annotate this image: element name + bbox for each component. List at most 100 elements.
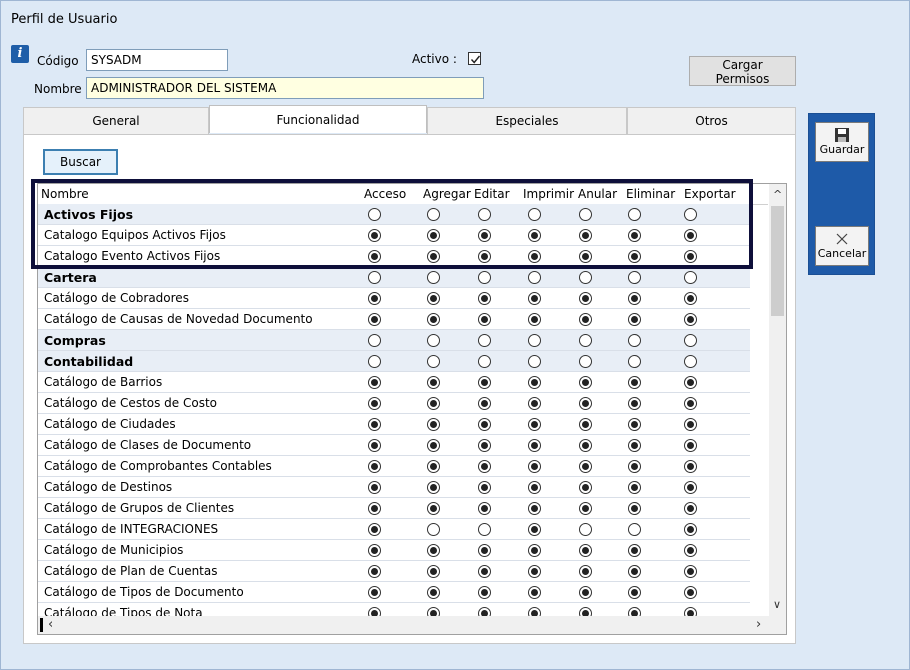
permission-radio-eliminar[interactable] [628, 397, 641, 410]
vertical-scroll-thumb[interactable] [771, 206, 784, 316]
permission-radio-agregar[interactable] [427, 397, 440, 410]
permission-radio-imprimir[interactable] [528, 523, 541, 536]
permission-radio-agregar[interactable] [427, 481, 440, 494]
permission-radio-exportar[interactable] [684, 586, 697, 599]
permission-radio-imprimir[interactable] [528, 334, 541, 347]
permission-radio-imprimir[interactable] [528, 313, 541, 326]
codigo-field[interactable]: SYSADM [86, 49, 228, 71]
permission-radio-agregar[interactable] [427, 376, 440, 389]
permission-radio-imprimir[interactable] [528, 460, 541, 473]
permission-radio-imprimir[interactable] [528, 502, 541, 515]
guardar-button[interactable]: Guardar [815, 122, 869, 162]
permission-radio-agregar[interactable] [427, 355, 440, 368]
permission-radio-imprimir[interactable] [528, 355, 541, 368]
permission-radio-anular[interactable] [579, 376, 592, 389]
permission-radio-anular[interactable] [579, 481, 592, 494]
permission-radio-anular[interactable] [579, 460, 592, 473]
permission-radio-acceso[interactable] [368, 544, 381, 557]
horizontal-scrollbar[interactable]: ‹ › [38, 616, 786, 634]
permission-radio-acceso[interactable] [368, 313, 381, 326]
permission-radio-eliminar[interactable] [628, 313, 641, 326]
permission-radio-imprimir[interactable] [528, 397, 541, 410]
permission-radio-eliminar[interactable] [628, 376, 641, 389]
permission-radio-editar[interactable] [478, 208, 491, 221]
permission-radio-agregar[interactable] [427, 544, 440, 557]
permission-radio-acceso[interactable] [368, 271, 381, 284]
permission-radio-imprimir[interactable] [528, 586, 541, 599]
table-row[interactable]: Catálogo de Plan de Cuentas [38, 561, 750, 582]
permission-radio-exportar[interactable] [684, 271, 697, 284]
permission-radio-editar[interactable] [478, 418, 491, 431]
permission-radio-acceso[interactable] [368, 439, 381, 452]
tab-otros[interactable]: Otros [627, 107, 796, 134]
permission-radio-imprimir[interactable] [528, 544, 541, 557]
col-agregar[interactable]: Agregar [423, 187, 471, 201]
permission-radio-editar[interactable] [478, 397, 491, 410]
permission-radio-agregar[interactable] [427, 271, 440, 284]
permission-radio-anular[interactable] [579, 544, 592, 557]
table-row[interactable]: Catalogo Evento Activos Fijos [38, 246, 750, 267]
permission-radio-anular[interactable] [579, 355, 592, 368]
permission-radio-eliminar[interactable] [628, 481, 641, 494]
nombre-field[interactable]: ADMINISTRADOR DEL SISTEMA [86, 77, 484, 99]
permission-radio-anular[interactable] [579, 565, 592, 578]
table-row[interactable]: Catálogo de Causas de Novedad Documento [38, 309, 750, 330]
permission-radio-acceso[interactable] [368, 208, 381, 221]
vertical-scrollbar[interactable]: ^ ∨ [769, 184, 786, 616]
permission-radio-agregar[interactable] [427, 208, 440, 221]
permission-radio-imprimir[interactable] [528, 271, 541, 284]
table-row[interactable]: Compras [38, 330, 750, 351]
permission-radio-eliminar[interactable] [628, 250, 641, 263]
permission-radio-anular[interactable] [579, 523, 592, 536]
table-row[interactable]: Catálogo de INTEGRACIONES [38, 519, 750, 540]
cargar-permisos-button[interactable]: Cargar Permisos [689, 56, 796, 86]
table-row[interactable]: Catálogo de Ciudades [38, 414, 750, 435]
tab-general[interactable]: General [23, 107, 209, 134]
permission-radio-acceso[interactable] [368, 250, 381, 263]
col-eliminar[interactable]: Eliminar [626, 187, 675, 201]
permission-radio-exportar[interactable] [684, 439, 697, 452]
permission-radio-eliminar[interactable] [628, 502, 641, 515]
permission-radio-exportar[interactable] [684, 502, 697, 515]
permission-radio-eliminar[interactable] [628, 565, 641, 578]
permission-radio-eliminar[interactable] [628, 334, 641, 347]
permission-radio-editar[interactable] [478, 481, 491, 494]
permission-radio-exportar[interactable] [684, 460, 697, 473]
scroll-up-icon[interactable]: ^ [773, 188, 782, 201]
permission-radio-editar[interactable] [478, 376, 491, 389]
activo-checkbox[interactable] [468, 52, 481, 65]
cancelar-button[interactable]: Cancelar [815, 226, 869, 266]
permission-radio-acceso[interactable] [368, 565, 381, 578]
permission-radio-editar[interactable] [478, 355, 491, 368]
permission-radio-acceso[interactable] [368, 355, 381, 368]
permission-radio-imprimir[interactable] [528, 439, 541, 452]
permission-radio-agregar[interactable] [427, 292, 440, 305]
tab-funcionalidad[interactable]: Funcionalidad [209, 105, 427, 133]
table-row[interactable]: Contabilidad [38, 351, 750, 372]
permission-radio-anular[interactable] [579, 208, 592, 221]
tab-especiales[interactable]: Especiales [427, 107, 627, 134]
permission-radio-exportar[interactable] [684, 250, 697, 263]
permission-radio-editar[interactable] [478, 439, 491, 452]
permission-radio-eliminar[interactable] [628, 355, 641, 368]
permission-radio-acceso[interactable] [368, 523, 381, 536]
permission-radio-eliminar[interactable] [628, 523, 641, 536]
permission-radio-editar[interactable] [478, 271, 491, 284]
permission-radio-eliminar[interactable] [628, 208, 641, 221]
permission-radio-agregar[interactable] [427, 229, 440, 242]
permission-radio-imprimir[interactable] [528, 418, 541, 431]
permission-radio-imprimir[interactable] [528, 565, 541, 578]
permission-radio-anular[interactable] [579, 271, 592, 284]
permission-radio-eliminar[interactable] [628, 544, 641, 557]
permission-radio-acceso[interactable] [368, 334, 381, 347]
permission-radio-exportar[interactable] [684, 334, 697, 347]
table-row[interactable]: Cartera [38, 267, 750, 288]
permission-radio-anular[interactable] [579, 250, 592, 263]
permission-radio-exportar[interactable] [684, 208, 697, 221]
permission-radio-anular[interactable] [579, 334, 592, 347]
table-row[interactable]: Catálogo de Destinos [38, 477, 750, 498]
permission-radio-exportar[interactable] [684, 313, 697, 326]
permission-radio-editar[interactable] [478, 544, 491, 557]
permission-radio-agregar[interactable] [427, 460, 440, 473]
permission-radio-exportar[interactable] [684, 376, 697, 389]
